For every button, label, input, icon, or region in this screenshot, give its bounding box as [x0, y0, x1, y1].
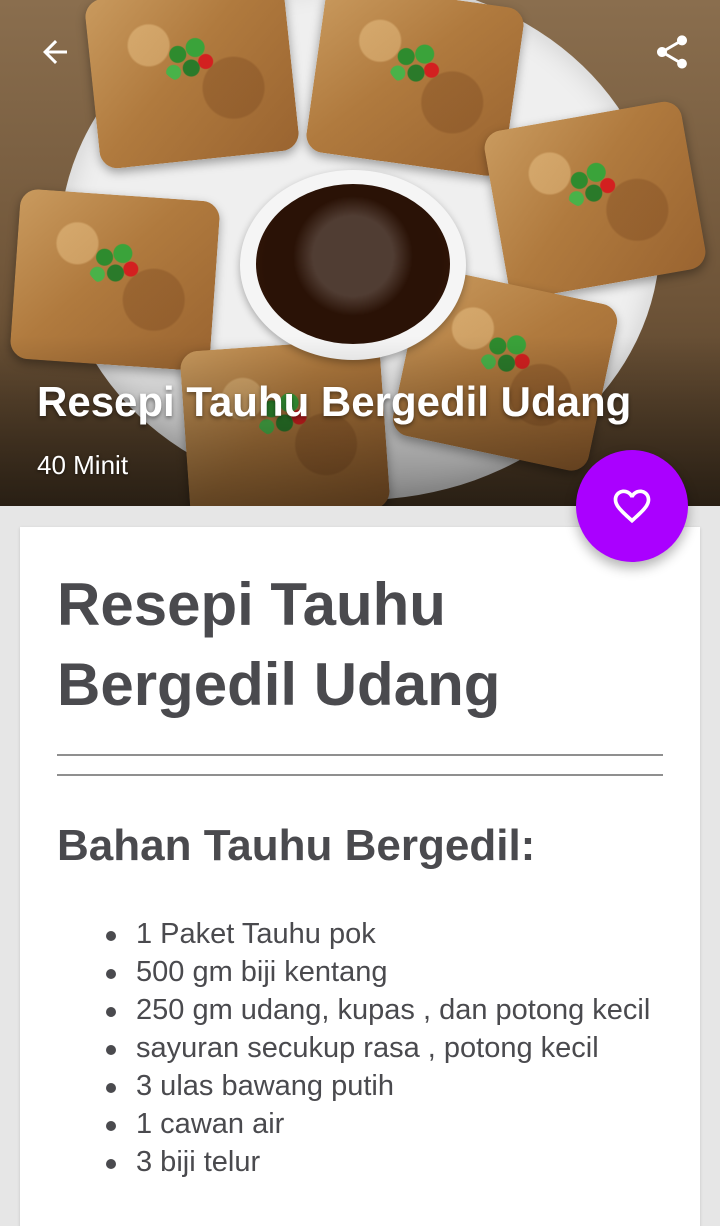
share-icon	[657, 35, 687, 69]
tofu-piece	[481, 98, 709, 302]
sauce-bowl	[240, 170, 466, 360]
list-item: 500 gm biji kentang	[106, 953, 666, 991]
hero-title: Resepi Tauhu Bergedil Udang	[37, 378, 632, 425]
tofu-piece	[83, 0, 301, 170]
arrow-left-icon	[43, 40, 67, 64]
ingredients-heading: Bahan Tauhu Bergedil:	[57, 821, 536, 870]
list-item: 1 Paket Tauhu pok	[106, 915, 666, 953]
divider	[57, 774, 663, 776]
recipe-card: Resepi Tauhu Bergedil Udang Bahan Tauhu …	[20, 527, 700, 1226]
list-item: 1 cawan air	[106, 1105, 666, 1143]
hero-image: Resepi Tauhu Bergedil Udang 40 Minit	[0, 0, 720, 506]
share-button[interactable]	[644, 24, 700, 80]
list-item: 250 gm udang, kupas , dan potong kecil	[106, 991, 666, 1029]
back-button[interactable]	[27, 24, 83, 80]
cooking-time: 40 Minit	[37, 450, 129, 480]
favorite-button[interactable]	[576, 450, 688, 562]
list-item: 3 ulas bawang putih	[106, 1067, 666, 1105]
list-item: sayuran secukup rasa , potong kecil	[106, 1029, 666, 1067]
divider	[57, 754, 663, 756]
ingredient-list: 1 Paket Tauhu pok 500 gm biji kentang 25…	[106, 915, 666, 1181]
recipe-title: Resepi Tauhu Bergedil Udang	[57, 571, 501, 718]
list-item: 3 biji telur	[106, 1143, 666, 1181]
heart-outline-icon	[613, 489, 651, 524]
